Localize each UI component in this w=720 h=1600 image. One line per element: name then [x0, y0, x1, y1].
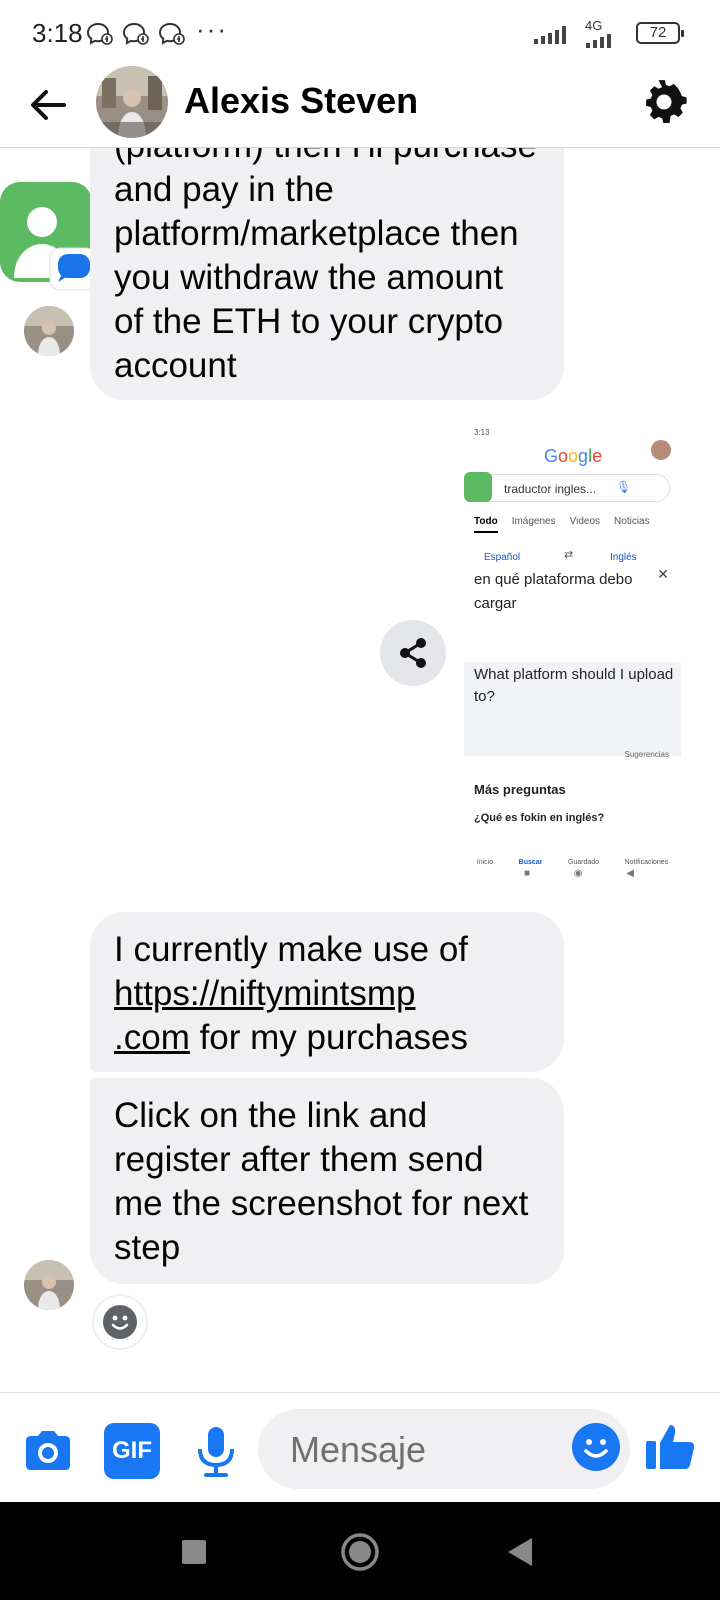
system-navigation-bar	[0, 1502, 720, 1600]
source-text: en qué plataforma debo cargar	[474, 571, 633, 612]
conversation-header: Alexis Steven	[0, 66, 720, 148]
recent-apps-icon[interactable]	[172, 1530, 216, 1574]
message-list[interactable]: (platform) then I'll purchase and pay in…	[0, 148, 720, 1392]
message-input-placeholder: Mensaje	[290, 1429, 427, 1470]
translated-text: What platform should I upload to?	[474, 666, 674, 705]
status-bar: 3:18 ··· 4G 72	[0, 0, 720, 66]
more-questions-label: Más preguntas	[474, 782, 566, 797]
message-link[interactable]: https://niftymintsmp	[114, 974, 415, 1013]
tab-videos: Videos	[569, 516, 601, 527]
message-bubble-received[interactable]: Click on the link and register after the…	[90, 1078, 564, 1284]
screenshot-time: 3:13	[474, 428, 490, 437]
contacts-app-icon	[464, 472, 492, 502]
microphone-icon[interactable]	[188, 1423, 244, 1479]
message-composer: GIF Mensaje	[0, 1392, 720, 1502]
home-icon[interactable]	[338, 1530, 382, 1574]
swap-icon: ⇄	[564, 549, 574, 561]
status-time: 3:18	[32, 18, 83, 48]
add-reaction-button[interactable]	[94, 1296, 146, 1348]
source-language: Español	[484, 552, 521, 563]
camera-icon[interactable]	[20, 1423, 76, 1479]
message-text: Click on the link and register after the…	[114, 1096, 529, 1267]
smiley-icon	[103, 1305, 137, 1339]
floating-contacts-bubble[interactable]	[0, 182, 97, 291]
message-text: (platform) then I'll purchase and pay in…	[114, 148, 537, 385]
back-arrow-icon[interactable]	[24, 80, 74, 130]
battery-level: 72	[649, 24, 667, 41]
more-notifications-indicator: ···	[196, 14, 228, 44]
share-icon	[400, 638, 426, 668]
search-query: traductor ingles...	[504, 482, 597, 496]
screenshot-bottom-nav: Inicio Buscar Guardado Notificaciones	[464, 828, 681, 866]
nav-guardado: Guardado	[567, 859, 600, 866]
target-language: Inglés	[610, 552, 637, 563]
nav-buscar: Buscar	[518, 859, 543, 866]
contact-name[interactable]: Alexis Steven	[184, 80, 418, 122]
nav-notificaciones: Notificaciones	[624, 859, 669, 866]
messenger-icon	[122, 22, 149, 45]
message-bubble-received[interactable]: (platform) then I'll purchase and pay in…	[90, 148, 564, 400]
signal-icon-secondary	[586, 30, 611, 48]
google-logo: Google	[544, 446, 603, 466]
search-tabs: Todo Imágenes Videos Noticias	[474, 516, 650, 533]
contact-avatar[interactable]	[96, 66, 168, 138]
nav-inicio: Inicio	[476, 859, 494, 866]
message-text: I currently make use of	[114, 930, 469, 969]
thumbs-up-icon[interactable]	[644, 1417, 700, 1473]
contact-avatar-small[interactable]	[24, 1260, 74, 1310]
messenger-icon	[158, 22, 185, 45]
gif-label: GIF	[112, 1437, 152, 1464]
battery-icon: 72	[636, 22, 684, 44]
question-item: ¿Qué es fokin en inglés?	[474, 812, 605, 824]
message-link-continued[interactable]: .com	[114, 1018, 190, 1057]
screenshot-system-nav: ■ ◉ ◀	[524, 868, 634, 879]
back-icon[interactable]	[500, 1530, 544, 1574]
image-attachment[interactable]: 3:13 Google traductor ingles... 🎙 Todo I…	[464, 420, 681, 890]
tab-todo: Todo	[474, 516, 498, 533]
smiley-icon	[584, 1439, 608, 1458]
profile-avatar	[651, 440, 671, 460]
tab-noticias: Noticias	[614, 516, 650, 527]
notification-icons	[86, 22, 186, 46]
share-button[interactable]	[380, 620, 446, 686]
gear-icon[interactable]	[636, 74, 692, 130]
gif-button[interactable]: GIF	[104, 1423, 160, 1479]
messenger-icon	[86, 22, 113, 45]
mic-icon: 🎙	[616, 480, 632, 494]
clear-icon: ✕	[657, 566, 669, 582]
emoji-button[interactable]	[572, 1423, 620, 1471]
signal-icon	[534, 26, 566, 44]
tab-imagenes: Imágenes	[511, 516, 556, 527]
suggestions-label: Sugerencias	[624, 750, 669, 759]
message-text: for my purchases	[189, 1018, 469, 1057]
contact-avatar-small[interactable]	[24, 306, 74, 356]
message-bubble-received[interactable]: I currently make use of https://niftymin…	[90, 912, 564, 1072]
